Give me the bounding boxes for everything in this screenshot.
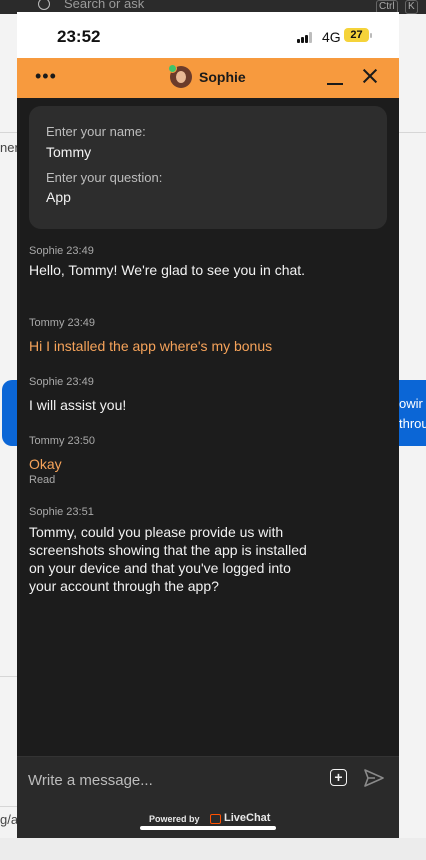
background-text: ner [0,140,19,155]
background-text: owir [399,396,423,411]
message-meta: Sophie 23:49 [29,376,94,388]
agent-message: I will assist you! [29,397,127,413]
message-input[interactable]: Write a message... [28,772,153,789]
search-icon [38,0,50,10]
message-meta: Tommy 23:50 [29,435,96,447]
minimize-icon[interactable] [327,83,343,85]
signal-icon [297,32,315,43]
chat-window: 23:52 4G 27 ••• Sophie Enter your name: … [17,12,399,838]
agent-message: Tommy, could you please provide us with … [29,524,307,594]
more-dots-icon[interactable]: ••• [35,66,57,87]
question-value: App [46,189,71,205]
customer-message: Hi I installed the app where's my bonus [29,338,273,354]
livechat-brand[interactable]: LiveChat [224,812,270,824]
home-indicator [140,826,276,830]
background-page-bottom [0,838,426,860]
agent-message: Hello, Tommy! We're glad to see you in c… [29,262,306,278]
name-value: Tommy [46,144,92,160]
divider [0,132,18,133]
message-meta: Sophie 23:51 [29,506,94,518]
divider [0,676,18,677]
powered-by-label: Powered by [149,814,200,824]
network-type: 4G [322,29,341,45]
battery-tip [370,33,372,38]
close-icon[interactable] [361,67,379,85]
divider [399,132,426,133]
search-input[interactable]: Search or ask [64,0,144,11]
read-receipt: Read [29,474,56,486]
online-status-indicator [168,64,177,73]
background-text: throu [399,416,426,431]
name-label: Enter your name: [46,124,146,139]
status-bar: 23:52 4G 27 [17,12,399,58]
powered-by-footer: Powered by LiveChat [17,802,399,838]
send-icon[interactable] [364,769,384,787]
battery-icon: 27 [344,28,369,42]
customer-message: Okay [29,456,62,472]
prechat-form-card: Enter your name: Tommy Enter your questi… [29,106,387,229]
message-meta: Tommy 23:49 [29,317,96,329]
status-time: 23:52 [57,27,101,46]
divider [0,806,18,807]
background-text: g/a [0,812,19,827]
message-composer: Write a message... + [17,756,399,803]
livechat-logo-icon [210,814,221,824]
message-meta: Sophie 23:49 [29,245,94,257]
background-blue-panel: owir throu [399,380,426,446]
question-label: Enter your question: [46,170,163,185]
agent-name: Sophie [199,69,246,85]
chat-header: ••• Sophie [17,58,399,98]
plus-square-icon[interactable]: + [330,769,347,786]
k-key-hint: K [405,0,418,14]
